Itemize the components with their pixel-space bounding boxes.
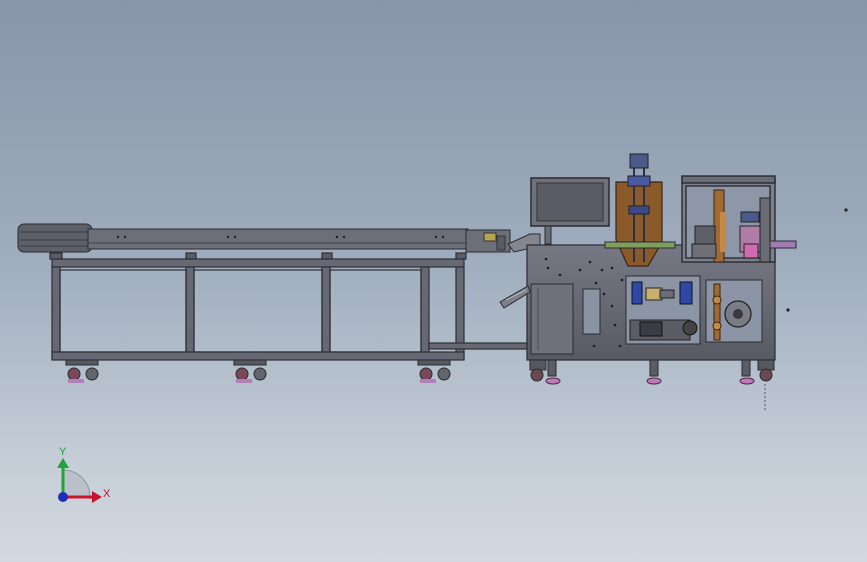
caster bbox=[65, 359, 99, 383]
cad-viewport[interactable]: Y X bbox=[0, 0, 867, 562]
cabinet-window bbox=[582, 288, 601, 335]
x-axis-label: X bbox=[103, 488, 111, 500]
green-guide bbox=[604, 241, 676, 249]
infeed-conveyor[interactable] bbox=[17, 223, 541, 253]
forming-plate bbox=[615, 181, 663, 267]
conveyor-end-roller bbox=[17, 223, 93, 253]
conveyor-belt bbox=[87, 228, 469, 250]
z-axis-dot bbox=[58, 492, 68, 502]
y-axis-label: Y bbox=[59, 446, 67, 458]
triad-arc bbox=[62, 469, 91, 498]
coordinate-triad[interactable]: Y X bbox=[57, 446, 111, 503]
caster bbox=[417, 359, 451, 383]
gear-section bbox=[705, 279, 763, 343]
outfeed-tab bbox=[769, 240, 797, 249]
machine-feet bbox=[529, 359, 775, 385]
packaging-machine[interactable] bbox=[499, 153, 848, 410]
hmi-screen bbox=[530, 177, 610, 245]
cabinet-door bbox=[530, 283, 574, 355]
conveyor-frame bbox=[49, 252, 530, 361]
drive-section bbox=[625, 275, 701, 345]
film-holder bbox=[499, 285, 531, 309]
caster bbox=[233, 359, 267, 383]
conveyor-casters bbox=[65, 359, 451, 383]
x-arrowhead bbox=[92, 491, 102, 503]
y-arrowhead bbox=[57, 458, 69, 468]
